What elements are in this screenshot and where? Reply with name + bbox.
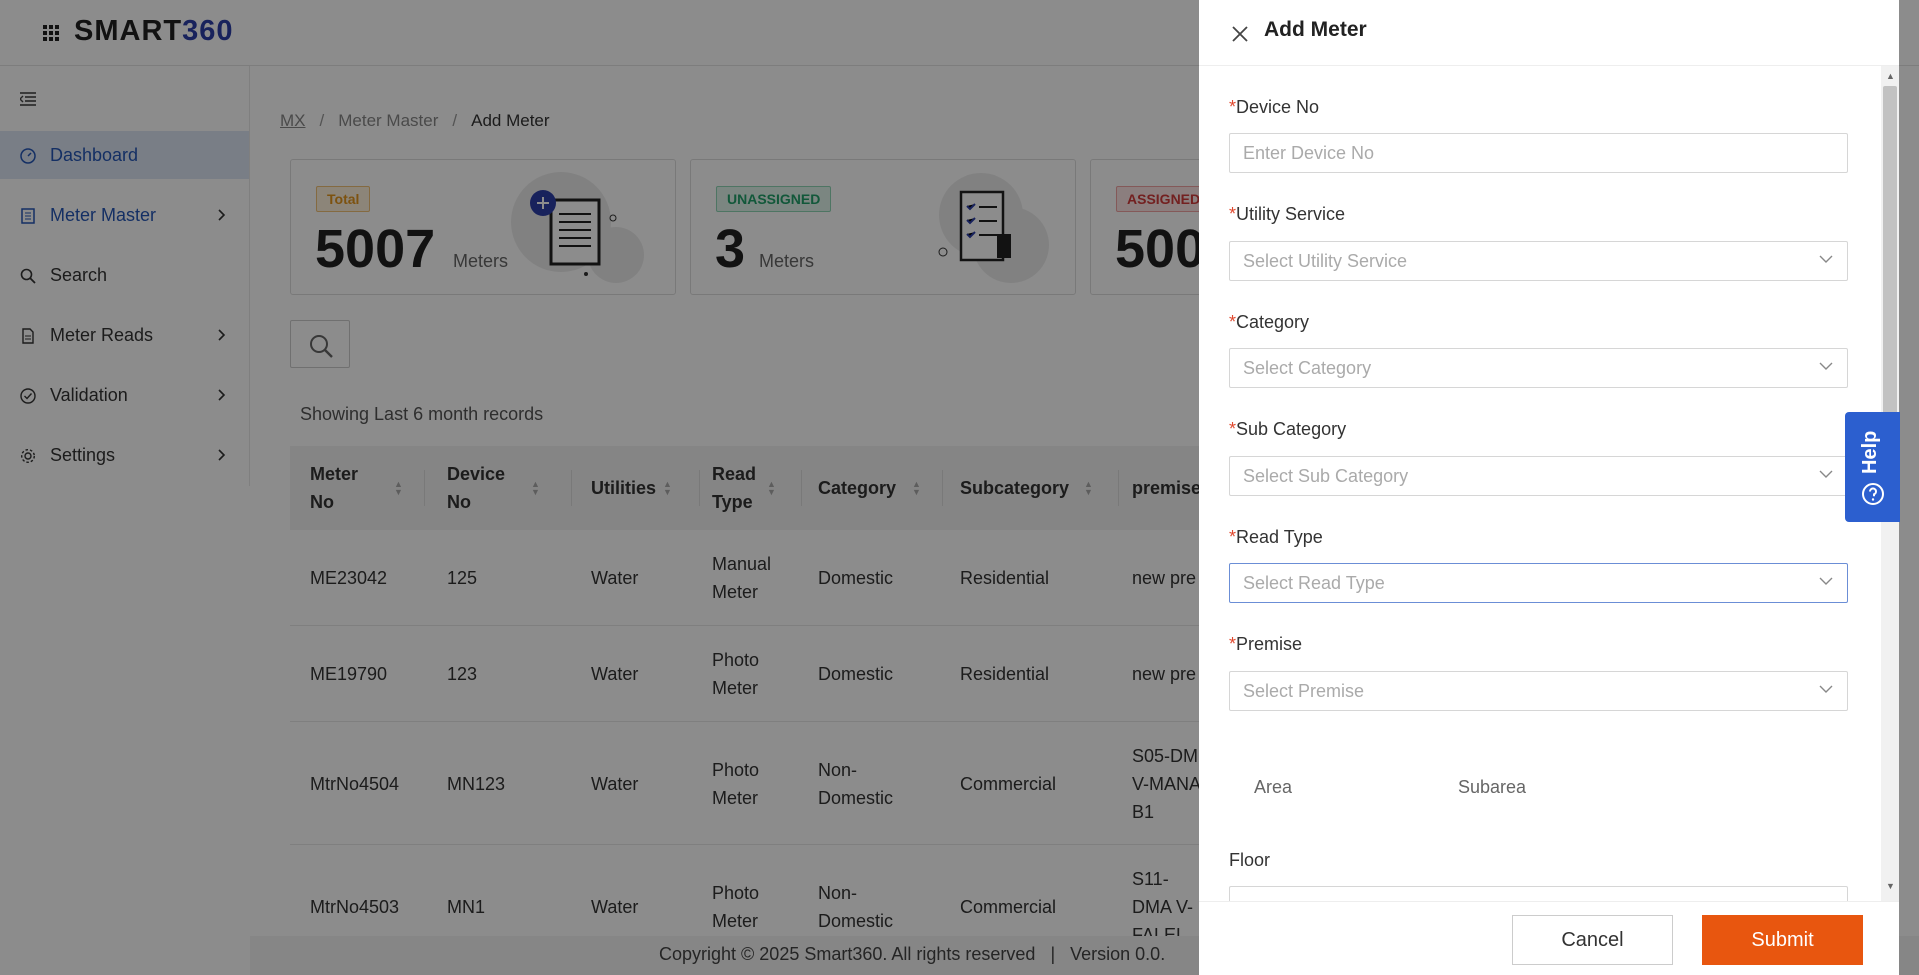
chevron-down-icon [1819, 470, 1833, 478]
scroll-down-icon[interactable]: ▼ [1886, 881, 1895, 891]
premise-select[interactable]: Select Premise [1229, 671, 1848, 711]
submit-button[interactable]: Submit [1702, 915, 1863, 965]
add-meter-drawer: Add Meter *Device No Enter Device No *Ut… [1199, 0, 1899, 975]
category-select[interactable]: Select Category [1229, 348, 1848, 388]
chevron-down-icon [1819, 685, 1833, 693]
scrollbar-thumb[interactable] [1883, 86, 1897, 426]
drawer-form: *Device No Enter Device No *Utility Serv… [1199, 66, 1879, 901]
category-label: *Category [1229, 312, 1310, 332]
sub-category-label: *Sub Category [1229, 419, 1347, 439]
device-no-label: *Device No [1229, 97, 1320, 117]
chevron-down-icon [1819, 577, 1833, 585]
subarea-label: Subarea [1458, 777, 1527, 797]
device-no-input[interactable]: Enter Device No [1229, 133, 1848, 173]
floor-label: Floor [1229, 850, 1271, 870]
help-tab[interactable]: Help [1845, 412, 1900, 522]
utility-service-label: *Utility Service [1229, 204, 1346, 224]
read-type-select[interactable]: Select Read Type [1229, 563, 1848, 603]
floor-select[interactable] [1229, 886, 1848, 901]
drawer-title: Add Meter [1264, 18, 1367, 41]
drawer-header: Add Meter [1199, 0, 1899, 66]
help-question-icon [1862, 483, 1884, 505]
chevron-down-icon [1819, 255, 1833, 263]
area-label: Area [1254, 777, 1293, 797]
cancel-button[interactable]: Cancel [1512, 915, 1673, 965]
help-label: Help [1859, 430, 1881, 474]
drawer-footer: Cancel Submit [1199, 901, 1899, 975]
read-type-label: *Read Type [1229, 527, 1323, 547]
premise-label: *Premise [1229, 634, 1303, 654]
close-icon[interactable] [1231, 25, 1249, 43]
utility-service-select[interactable]: Select Utility Service [1229, 241, 1848, 281]
scroll-up-icon[interactable]: ▲ [1886, 71, 1895, 81]
sub-category-select[interactable]: Select Sub Category [1229, 456, 1848, 496]
chevron-down-icon [1819, 362, 1833, 370]
